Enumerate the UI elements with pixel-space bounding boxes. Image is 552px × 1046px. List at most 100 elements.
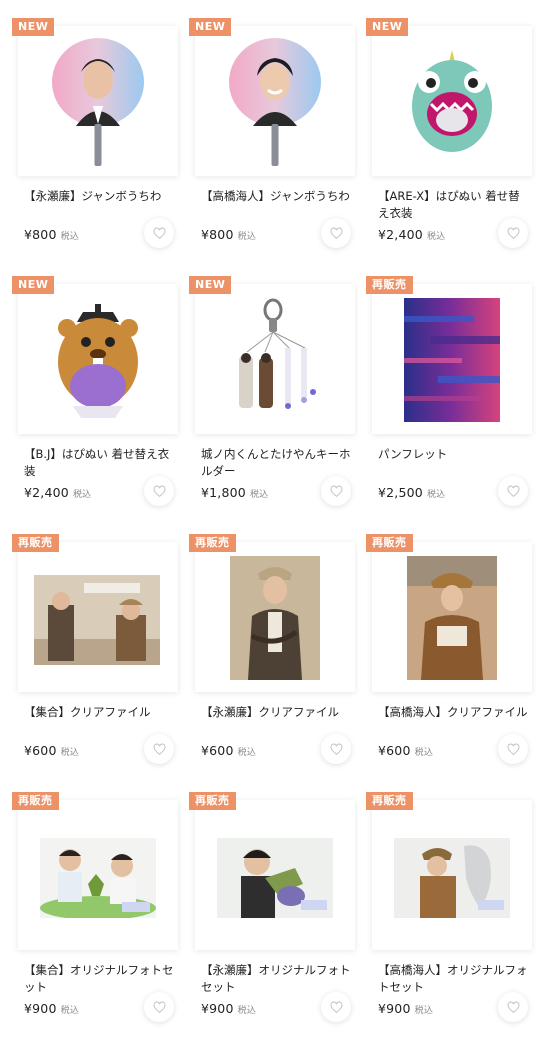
heart-icon: [507, 226, 519, 239]
favorite-button[interactable]: [498, 992, 528, 1022]
product-name[interactable]: 【永瀬廉】オリジナルフォトセット: [201, 962, 353, 996]
product-image[interactable]: [372, 542, 532, 692]
favorite-button[interactable]: [498, 476, 528, 506]
heart-icon: [153, 484, 165, 497]
tax-label: 税込: [60, 232, 80, 242]
product-image[interactable]: [18, 284, 178, 434]
product-price: ¥900 税込: [24, 1001, 79, 1016]
price-value: ¥600: [378, 743, 411, 758]
product-price: ¥2,500 税込: [378, 485, 445, 500]
product-card[interactable]: NEW 【B.J】はぴぬい 着せ替え衣装 ¥2,400 税込: [12, 276, 178, 530]
tax-label: 税込: [60, 748, 80, 758]
product-image[interactable]: [18, 542, 178, 692]
restock-badge: 再販売: [366, 792, 413, 810]
price-value: ¥600: [201, 743, 234, 758]
product-image[interactable]: [195, 284, 355, 434]
product-price: ¥2,400 税込: [378, 227, 445, 242]
product-card[interactable]: NEW 【ARE-X】はぴぬい 着せ替え衣装 ¥2,400 税込: [366, 18, 532, 272]
favorite-button[interactable]: [498, 218, 528, 248]
restock-badge: 再販売: [189, 534, 236, 552]
heart-icon: [507, 484, 519, 497]
product-image[interactable]: [18, 26, 178, 176]
product-card[interactable]: 再販売 【集合】オリジナルフォトセット ¥900 税込: [12, 792, 178, 1046]
tax-label: 税込: [414, 1006, 434, 1016]
heart-icon: [153, 1000, 165, 1013]
product-card[interactable]: 再販売 【集合】クリアファイル ¥600 税込: [12, 534, 178, 788]
product-card[interactable]: NEW 【永瀬廉】ジャンボうちわ ¥800 税込: [12, 18, 178, 272]
tax-label: 税込: [60, 1006, 80, 1016]
keychain-image: [239, 298, 316, 409]
product-name[interactable]: 【ARE-X】はぴぬい 着せ替え衣装: [378, 188, 530, 222]
favorite-button[interactable]: [321, 476, 351, 506]
product-name[interactable]: 【集合】オリジナルフォトセット: [24, 962, 176, 996]
new-badge: NEW: [189, 276, 232, 294]
product-price: ¥1,800 税込: [201, 485, 268, 500]
product-image[interactable]: [195, 26, 355, 176]
product-price: ¥800 税込: [24, 227, 79, 242]
new-badge: NEW: [12, 18, 55, 36]
heart-icon: [330, 1000, 342, 1013]
price-value: ¥1,800: [201, 485, 246, 500]
product-image[interactable]: [195, 542, 355, 692]
new-badge: NEW: [12, 276, 55, 294]
product-name[interactable]: 【高橋海人】オリジナルフォトセット: [378, 962, 530, 996]
product-name[interactable]: 【集合】クリアファイル: [24, 704, 176, 721]
product-price: ¥900 税込: [201, 1001, 256, 1016]
product-price: ¥900 税込: [378, 1001, 433, 1016]
price-value: ¥900: [24, 1001, 57, 1016]
heart-icon: [507, 1000, 519, 1013]
restock-badge: 再販売: [189, 792, 236, 810]
favorite-button[interactable]: [144, 734, 174, 764]
product-card[interactable]: 再販売 【永瀬廉】クリアファイル ¥600 税込: [189, 534, 355, 788]
product-name[interactable]: 【永瀬廉】ジャンボうちわ: [24, 188, 176, 205]
restock-badge: 再販売: [12, 534, 59, 552]
product-name[interactable]: 【B.J】はぴぬい 着せ替え衣装: [24, 446, 176, 480]
product-name[interactable]: 【永瀬廉】クリアファイル: [201, 704, 353, 721]
restock-badge: 再販売: [12, 792, 59, 810]
product-price: ¥600 税込: [24, 743, 79, 758]
favorite-button[interactable]: [321, 218, 351, 248]
favorite-button[interactable]: [321, 992, 351, 1022]
favorite-button[interactable]: [144, 476, 174, 506]
tax-label: 税込: [72, 490, 92, 500]
green-monster-costume-image: [412, 50, 492, 152]
clearfile-ren-image: [230, 556, 320, 680]
product-card[interactable]: 再販売 【高橋海人】オリジナルフォトセット ¥900 税込: [366, 792, 532, 1046]
uchiwa-fan-image: [229, 38, 321, 166]
product-grid: NEW 【永瀬廉】ジャンボうちわ ¥800 税込 NEW 【高橋海人】ジャンボう…: [0, 0, 552, 1024]
favorite-button[interactable]: [321, 734, 351, 764]
product-card[interactable]: 再販売 【永瀬廉】オリジナルフォトセット ¥900 税込: [189, 792, 355, 1046]
restock-badge: 再販売: [366, 276, 413, 294]
product-price: ¥2,400 税込: [24, 485, 91, 500]
product-card[interactable]: 再販売 パンフレット ¥2,500 税込: [366, 276, 532, 530]
tax-label: 税込: [426, 232, 446, 242]
product-image[interactable]: [372, 284, 532, 434]
product-image[interactable]: [195, 800, 355, 950]
heart-icon: [330, 226, 342, 239]
clearfile-kaito-image: [407, 556, 497, 680]
product-card[interactable]: 再販売 【高橋海人】クリアファイル ¥600 税込: [366, 534, 532, 788]
favorite-button[interactable]: [144, 992, 174, 1022]
heart-icon: [153, 742, 165, 755]
product-image[interactable]: [372, 800, 532, 950]
tax-label: 税込: [237, 232, 257, 242]
price-value: ¥800: [24, 227, 57, 242]
restock-badge: 再販売: [366, 534, 413, 552]
product-card[interactable]: NEW 城ノ内くんとたけやんキーホルダー ¥1,800 税込: [189, 276, 355, 530]
product-name[interactable]: パンフレット: [378, 446, 530, 463]
product-name[interactable]: 城ノ内くんとたけやんキーホルダー: [201, 446, 353, 480]
product-price: ¥800 税込: [201, 227, 256, 242]
product-price: ¥600 税込: [201, 743, 256, 758]
price-value: ¥900: [201, 1001, 234, 1016]
favorite-button[interactable]: [498, 734, 528, 764]
product-name[interactable]: 【高橋海人】クリアファイル: [378, 704, 530, 721]
product-image[interactable]: [18, 800, 178, 950]
product-card[interactable]: NEW 【高橋海人】ジャンボうちわ ¥800 税込: [189, 18, 355, 272]
pamphlet-image: [404, 298, 500, 422]
favorite-button[interactable]: [144, 218, 174, 248]
price-value: ¥800: [201, 227, 234, 242]
tax-label: 税込: [426, 490, 446, 500]
product-name[interactable]: 【高橋海人】ジャンボうちわ: [201, 188, 353, 205]
product-image[interactable]: [372, 26, 532, 176]
clearfile-group-image: [34, 575, 160, 665]
